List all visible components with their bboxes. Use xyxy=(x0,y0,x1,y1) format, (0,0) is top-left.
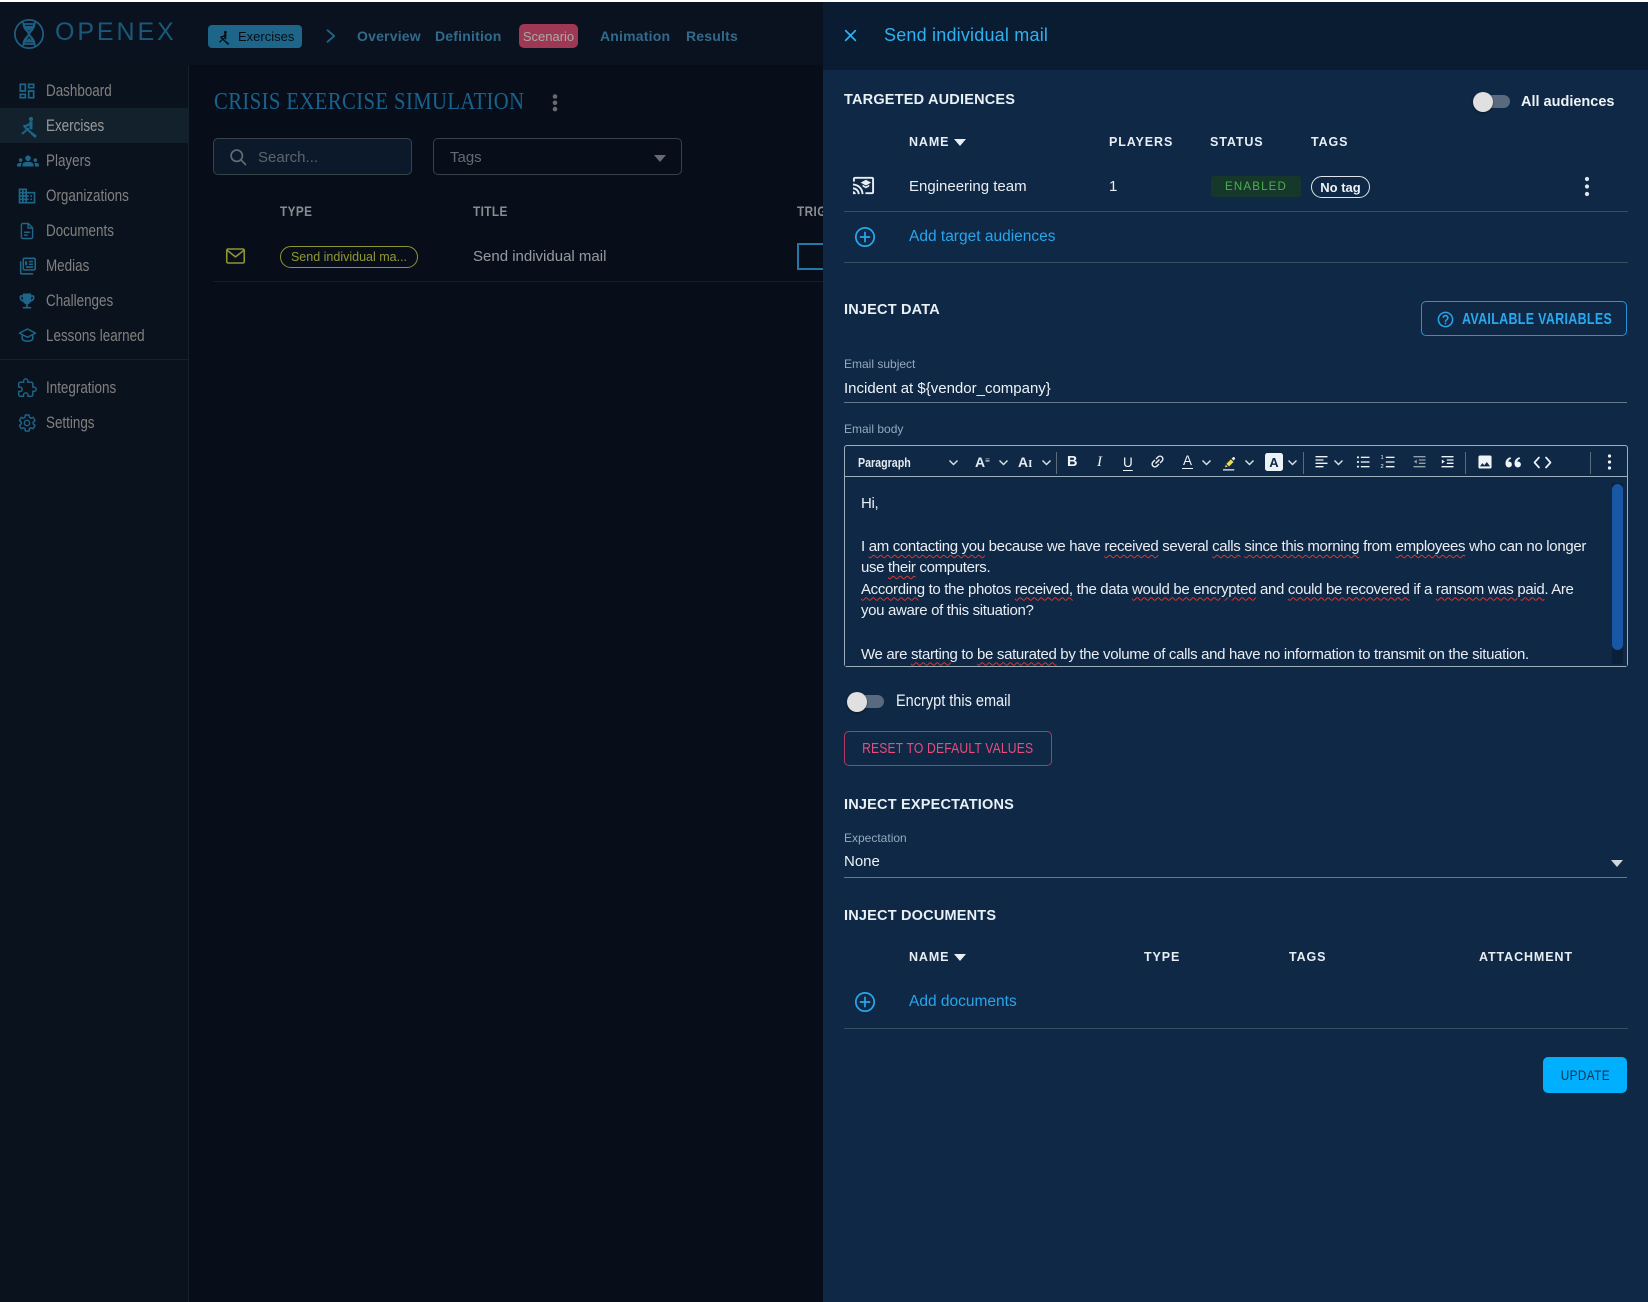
svg-text:2: 2 xyxy=(1381,464,1384,470)
svg-text:1: 1 xyxy=(1381,455,1384,461)
